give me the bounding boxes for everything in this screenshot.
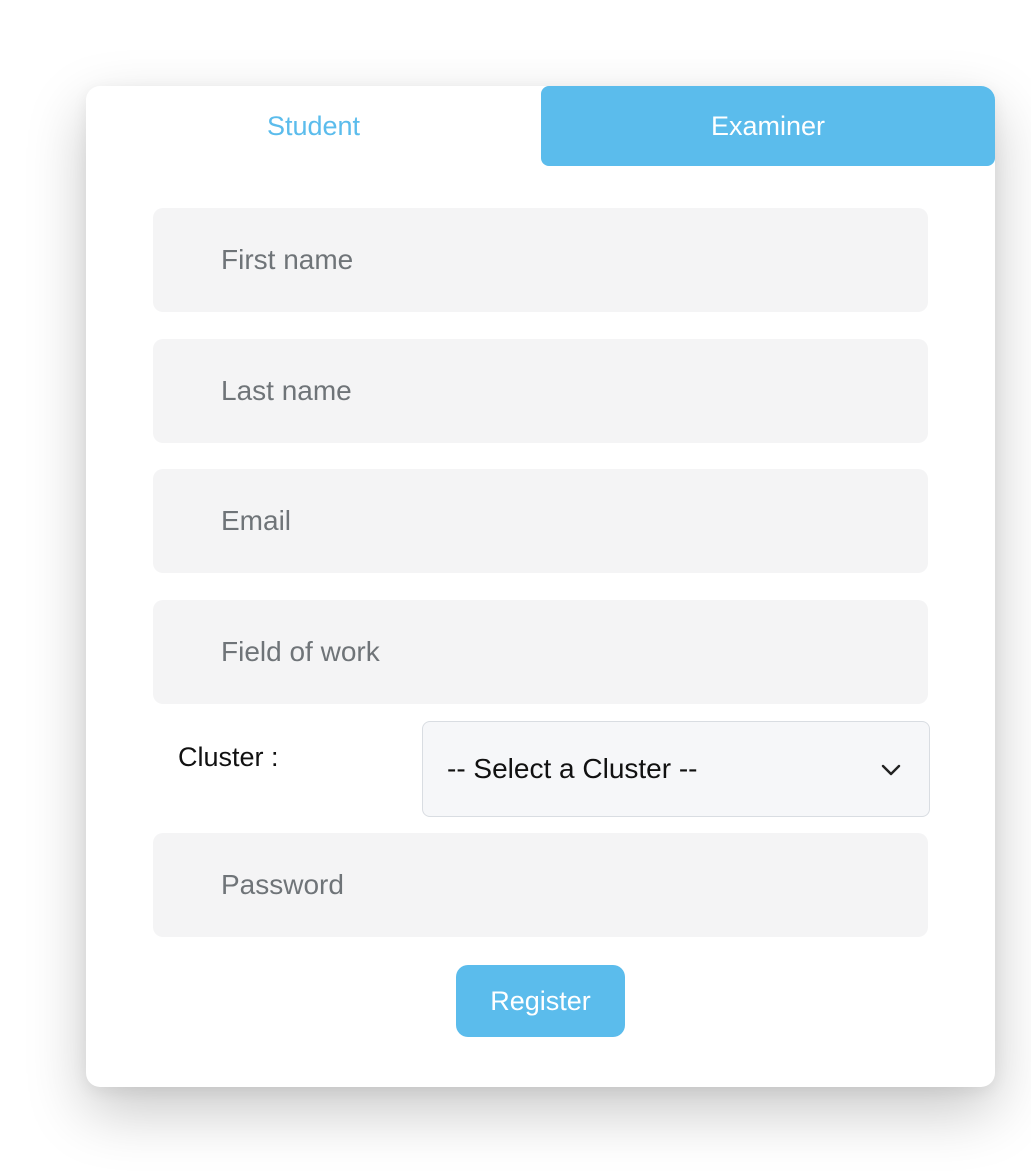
last-name-input[interactable]	[153, 339, 928, 443]
tab-student[interactable]: Student	[86, 86, 541, 166]
chevron-down-icon	[881, 764, 901, 776]
registration-card: Student Examiner Cluster : -- Select a C…	[86, 86, 995, 1087]
field-of-work-input[interactable]	[153, 600, 928, 704]
cluster-label: Cluster :	[178, 742, 279, 772]
role-tabs: Student Examiner	[86, 86, 995, 166]
email-input[interactable]	[153, 469, 928, 573]
cluster-select[interactable]: -- Select a Cluster --	[422, 721, 930, 817]
password-input[interactable]	[153, 833, 928, 937]
tab-examiner[interactable]: Examiner	[541, 86, 995, 166]
register-button[interactable]: Register	[456, 965, 625, 1037]
first-name-input[interactable]	[153, 208, 928, 312]
cluster-select-value: -- Select a Cluster --	[447, 753, 698, 784]
